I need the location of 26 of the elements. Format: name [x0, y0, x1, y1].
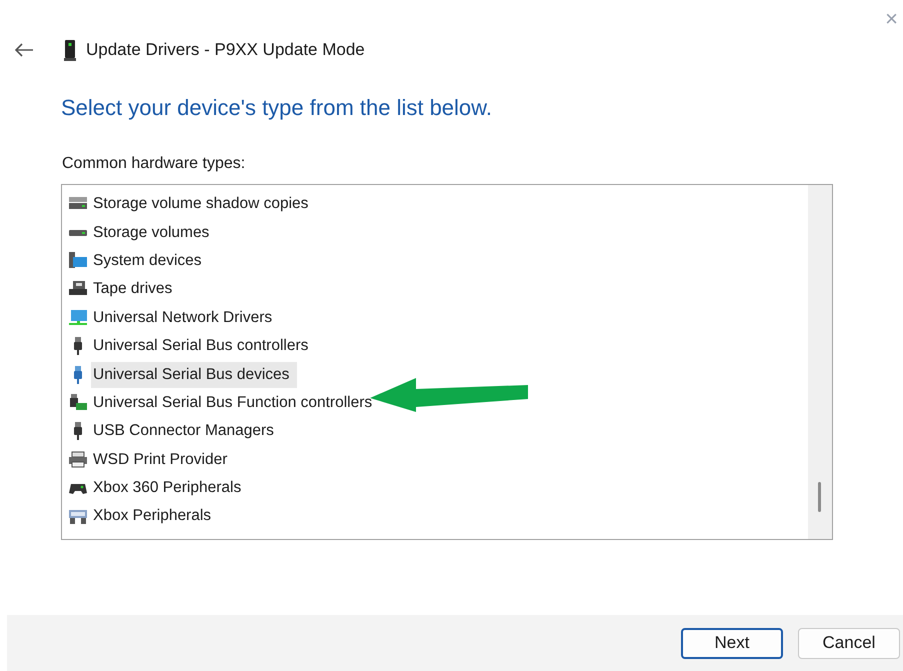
scrollbar-thumb[interactable]	[818, 482, 821, 512]
monitor-icon	[68, 308, 88, 328]
window-title: Update Drivers - P9XX Update Mode	[86, 39, 365, 62]
cancel-button[interactable]: Cancel	[798, 628, 900, 658]
list-item[interactable]: Universal Serial Bus Function controllers	[91, 390, 374, 416]
list-item[interactable]: Universal Network Drivers	[91, 304, 274, 331]
device-icon	[64, 39, 76, 61]
scrollbar[interactable]	[808, 185, 832, 539]
list-item[interactable]: Storage volume shadow copies	[91, 191, 310, 218]
list-item[interactable]: Xbox Peripherals	[91, 503, 214, 530]
list-item[interactable]: Universal Serial Bus controllers	[91, 333, 310, 360]
list-item[interactable]: System devices	[91, 248, 204, 274]
next-button[interactable]: Next	[681, 628, 783, 658]
list-item[interactable]: USB Connector Managers	[91, 418, 276, 444]
back-icon[interactable]	[14, 42, 34, 58]
list-item[interactable]: Tape drives	[91, 276, 174, 302]
drive-icon	[68, 228, 88, 237]
page-heading: Select your device's type from the list below.	[61, 94, 493, 122]
list-item[interactable]: Universal Serial Bus devices	[91, 362, 298, 388]
computer-icon	[68, 250, 88, 271]
list-item[interactable]: Xbox 360 Peripherals	[91, 475, 244, 502]
list-item[interactable]: WSD Print Provider	[91, 446, 230, 473]
printer-icon	[68, 450, 88, 470]
plug-icon	[68, 392, 88, 413]
list-item[interactable]: Storage volumes	[91, 220, 212, 246]
list-label: Common hardware types:	[62, 154, 246, 174]
